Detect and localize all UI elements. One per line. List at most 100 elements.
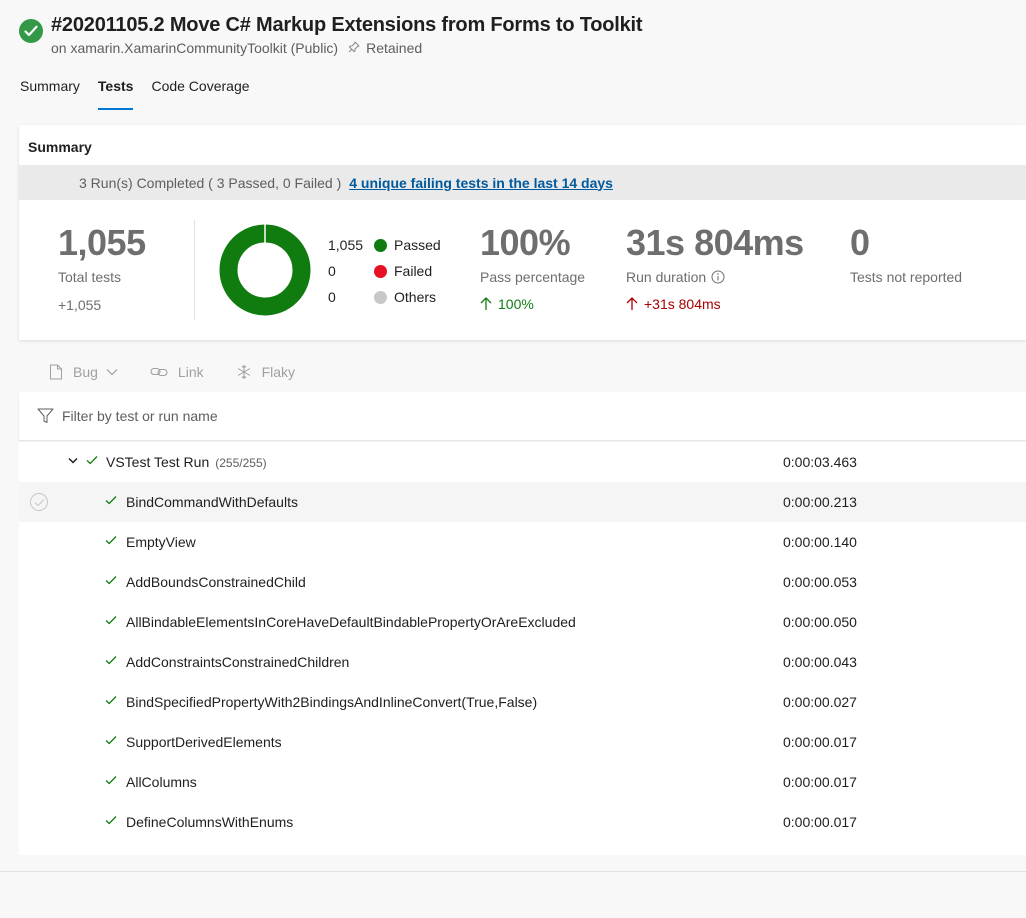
test-row[interactable]: AddConstraintsConstrainedChildren 0:00:0… <box>19 642 1026 682</box>
test-run-row[interactable]: VSTest Test Run (255/255) 0:00:03.463 <box>19 442 1026 482</box>
test-name: AddBoundsConstrainedChild <box>126 574 306 590</box>
summary-title: Summary <box>28 139 92 155</box>
check-icon <box>105 536 117 545</box>
flaky-button[interactable]: Flaky <box>236 364 295 380</box>
test-name: AllColumns <box>126 774 197 790</box>
runs-completed-text: 3 Run(s) Completed ( 3 Passed, 0 Failed … <box>79 174 342 191</box>
test-name: AllBindableElementsInCoreHaveDefaultBind… <box>126 614 576 630</box>
test-duration: 0:00:00.017 <box>783 814 857 830</box>
test-row[interactable]: EmptyView 0:00:00.140 <box>19 522 1026 562</box>
arrow-up-icon <box>480 297 492 310</box>
outcome-donut-chart <box>219 224 311 316</box>
test-duration: 0:00:00.050 <box>783 614 857 630</box>
test-name: BindCommandWithDefaults <box>126 494 298 510</box>
test-duration: 0:00:00.140 <box>783 534 857 550</box>
success-status-icon <box>19 19 43 43</box>
run-duration-value: 31s 804ms <box>626 222 804 263</box>
test-duration: 0:00:00.053 <box>783 574 857 590</box>
test-duration: 0:00:00.027 <box>783 694 857 710</box>
results-list: VSTest Test Run (255/255) 0:00:03.463 Bin… <box>19 442 1026 855</box>
total-tests-value: 1,055 <box>58 222 146 263</box>
divider <box>194 220 195 320</box>
failed-label: Failed <box>394 263 433 279</box>
runs-completed-bar: 3 Run(s) Completed ( 3 Passed, 0 Failed … <box>19 165 1026 200</box>
test-duration: 0:00:00.017 <box>783 734 857 750</box>
test-row[interactable]: AddBoundsConstrainedChild 0:00:00.053 <box>19 562 1026 602</box>
test-row[interactable]: BindSpecifiedPropertyWith2BindingsAndInl… <box>19 682 1026 722</box>
chevron-down-icon <box>106 369 118 376</box>
check-icon <box>105 616 117 625</box>
test-run-duration: 0:00:03.463 <box>783 454 857 470</box>
filter-bar <box>19 392 1026 440</box>
summary-card: Summary 3 Run(s) Completed ( 3 Passed, 0… <box>19 125 1026 340</box>
results-toolbar: Bug Link Flaky <box>19 354 1026 390</box>
test-run-count: (255/255) <box>215 456 267 470</box>
test-row[interactable]: AllColumns 0:00:00.017 <box>19 762 1026 802</box>
legend-others: 0 Others <box>328 287 436 307</box>
legend-failed: 0 Failed <box>328 261 432 281</box>
tab-tests[interactable]: Tests <box>97 78 133 110</box>
test-duration: 0:00:00.213 <box>783 494 857 510</box>
chevron-down-icon[interactable] <box>68 457 78 465</box>
others-label: Others <box>394 289 437 305</box>
pin-icon <box>348 40 360 56</box>
failed-count: 0 <box>328 263 336 279</box>
retained-label: Retained <box>366 40 423 56</box>
failing-tests-link[interactable]: 4 unique failing tests in the last 14 da… <box>349 175 613 191</box>
check-icon <box>105 576 117 585</box>
arrow-up-icon <box>626 297 638 310</box>
check-icon <box>105 776 117 785</box>
not-reported-value: 0 <box>850 222 870 263</box>
pass-percentage-label: Pass percentage <box>480 269 586 285</box>
bug-label: Bug <box>73 364 98 380</box>
total-tests-label: Total tests <box>58 269 122 285</box>
test-row[interactable]: AllBindableElementsInCoreHaveDefaultBind… <box>19 602 1026 642</box>
check-icon <box>105 696 117 705</box>
duration-delta-text: +31s 804ms <box>644 296 721 312</box>
passed-label: Passed <box>394 237 441 253</box>
page-header: #20201105.2 Move C# Markup Extensions fr… <box>0 0 1026 125</box>
test-name: AddConstraintsConstrainedChildren <box>126 654 350 670</box>
others-count: 0 <box>328 289 336 305</box>
document-icon <box>50 364 62 380</box>
test-row[interactable]: SupportDerivedElements 0:00:00.017 <box>19 722 1026 762</box>
test-name: EmptyView <box>126 534 196 550</box>
tab-code-coverage[interactable]: Code Coverage <box>151 78 249 110</box>
filter-icon <box>37 408 54 423</box>
test-name: DefineColumnsWithEnums <box>126 814 294 830</box>
tab-summary[interactable]: Summary <box>20 78 80 110</box>
passed-dot-icon <box>374 238 387 252</box>
test-run-title: VSTest Test Run <box>106 454 210 470</box>
check-icon <box>105 736 117 745</box>
link-icon <box>150 367 168 377</box>
run-duration-label: Run duration <box>626 269 725 285</box>
footer-divider <box>0 871 1026 872</box>
pass-delta-text: 100% <box>498 296 534 312</box>
others-dot-icon <box>374 290 387 304</box>
test-row[interactable]: BindCommandWithDefaults 0:00:00.213 <box>19 482 1026 522</box>
failed-dot-icon <box>374 264 387 278</box>
pass-percentage-value: 100% <box>480 222 571 263</box>
test-duration: 0:00:00.043 <box>783 654 857 670</box>
test-name: SupportDerivedElements <box>126 734 282 750</box>
page-title: #20201105.2 Move C# Markup Extensions fr… <box>51 14 643 36</box>
run-duration-delta: +31s 804ms <box>626 296 721 312</box>
donut-passed-slice <box>219 224 311 316</box>
link-button[interactable]: Link <box>150 364 204 380</box>
pass-percentage-delta: 100% <box>480 296 534 312</box>
check-icon <box>34 499 45 507</box>
legend-passed: 1,055 Passed <box>328 235 441 255</box>
check-icon <box>105 496 117 505</box>
snowflake-icon <box>237 365 250 379</box>
bug-button[interactable]: Bug <box>49 364 118 380</box>
test-row[interactable]: DefineColumnsWithEnums 0:00:00.017 <box>19 802 1026 842</box>
row-select-checkbox[interactable] <box>30 493 48 511</box>
repo-link[interactable]: on xamarin.XamarinCommunityToolkit (Publ… <box>51 40 338 56</box>
tab-bar: Summary Tests Code Coverage <box>20 78 268 110</box>
check-icon <box>105 816 117 825</box>
total-tests-delta: +1,055 <box>58 297 102 313</box>
not-reported-label: Tests not reported <box>850 269 963 285</box>
filter-input[interactable] <box>62 408 562 424</box>
page-subtitle: on xamarin.XamarinCommunityToolkit (Publ… <box>51 40 422 56</box>
info-icon[interactable] <box>711 270 725 284</box>
